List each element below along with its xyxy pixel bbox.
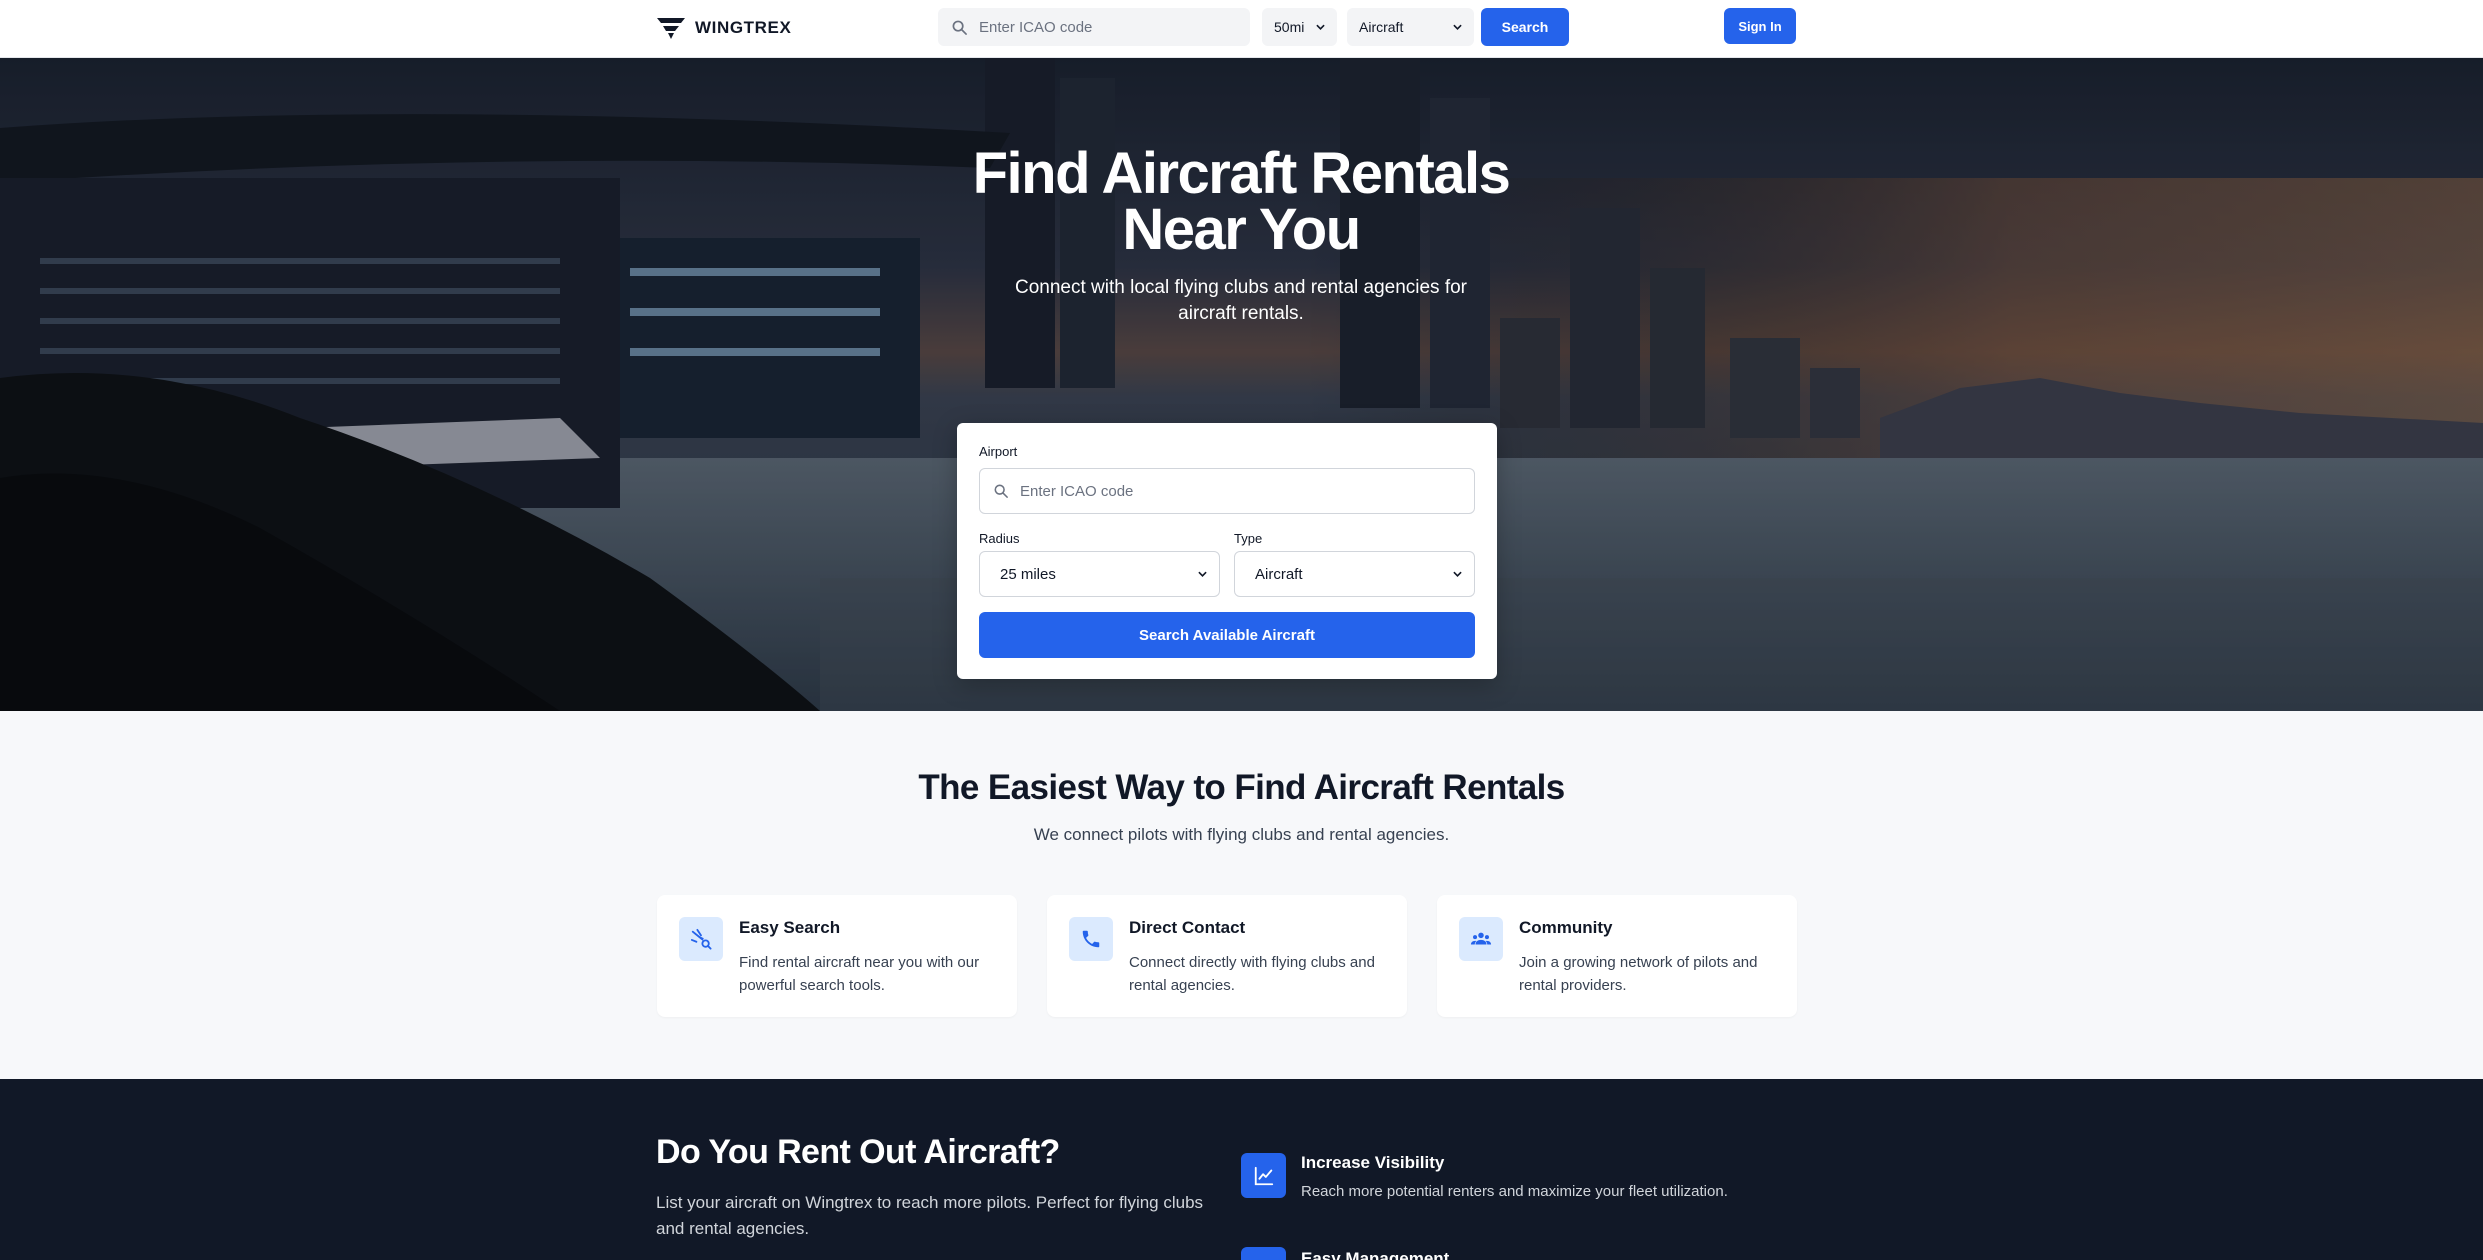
owners-title: Do You Rent Out Aircraft? [656,1133,1060,1171]
radius-value: 25 miles [1000,565,1056,583]
type-select[interactable]: Aircraft [1234,551,1475,597]
group-icon [1470,932,1492,945]
hero-section: Find Aircraft Rentals Near You Connect w… [0,58,2483,711]
brand-logo[interactable]: WINGTREX [657,14,791,42]
trend-chart-icon [1254,1166,1273,1185]
feature-card-direct-contact: Direct Contact Connect directly with fly… [1047,895,1407,1017]
chevron-down-icon [1453,24,1462,30]
benefit-icon-box [1241,1153,1286,1198]
nav-radius-select[interactable]: 50mi [1262,8,1337,46]
search-form-card: Airport Enter ICAO code Radius 25 miles … [957,423,1497,679]
nav-type-select[interactable]: Aircraft [1347,8,1474,46]
search-icon [952,20,967,35]
phone-icon [1082,930,1100,948]
hero-title: Find Aircraft Rentals Near You [972,141,1511,262]
owners-section: Do You Rent Out Aircraft? List your airc… [0,1079,2483,1260]
feature-icon-box [1069,917,1113,961]
features-subtitle: We connect pilots with flying clubs and … [1033,825,1450,844]
features-section: The Easiest Way to Find Aircraft Rentals… [0,711,2483,1079]
chevron-down-icon [1198,571,1207,577]
benefit-description: Reach more potential renters and maximiz… [1301,1183,1728,1200]
feature-title: Direct Contact [1129,918,1246,937]
wingtrex-logo-icon [657,18,685,39]
search-available-aircraft-button[interactable]: Search Available Aircraft [979,612,1475,658]
feature-icon-box [1459,917,1503,961]
benefit-title: Increase Visibility [1301,1153,1445,1172]
airport-placeholder: Enter ICAO code [1020,482,1134,500]
plane-search-icon [690,928,712,950]
feature-description: Find rental aircraft near you with our p… [739,954,980,994]
feature-title: Easy Search [739,918,841,937]
feature-description: Connect directly with flying clubs and r… [1129,954,1375,994]
type-label: Type [1234,531,1263,546]
top-navbar: WINGTREX Enter ICAO code 50mi Aircraft S… [0,0,2483,58]
nav-search-placeholder: Enter ICAO code [979,18,1093,36]
feature-card-community: Community Join a growing network of pilo… [1437,895,1797,1017]
chevron-down-icon [1453,571,1462,577]
brand-name: WINGTREX [695,18,792,37]
owners-subtitle: List your aircraft on Wingtrex to reach … [656,1193,1204,1238]
feature-card-easy-search: Easy Search Find rental aircraft near yo… [657,895,1017,1017]
type-value: Aircraft [1255,565,1303,583]
airport-label: Airport [979,444,1018,459]
search-icon [994,484,1008,498]
nav-radius-value: 50mi [1274,19,1305,35]
sign-in-button[interactable]: Sign In [1724,8,1796,44]
nav-search-input[interactable]: Enter ICAO code [938,8,1250,46]
radius-label: Radius [979,531,1020,546]
nav-type-value: Aircraft [1359,19,1404,35]
hero-subtitle: Connect with local flying clubs and rent… [1014,277,1468,324]
feature-description: Join a growing network of pilots and ren… [1519,954,1758,994]
chevron-down-icon [1316,24,1325,30]
benefit-icon-box [1241,1247,1286,1260]
airport-input[interactable]: Enter ICAO code [979,468,1475,514]
features-title: The Easiest Way to Find Aircraft Rentals [918,768,1565,807]
feature-title: Community [1519,918,1613,937]
feature-icon-box [679,917,723,961]
radius-select[interactable]: 25 miles [979,551,1220,597]
benefit-title: Easy Management [1301,1249,1450,1260]
nav-search-button[interactable]: Search [1481,8,1569,46]
